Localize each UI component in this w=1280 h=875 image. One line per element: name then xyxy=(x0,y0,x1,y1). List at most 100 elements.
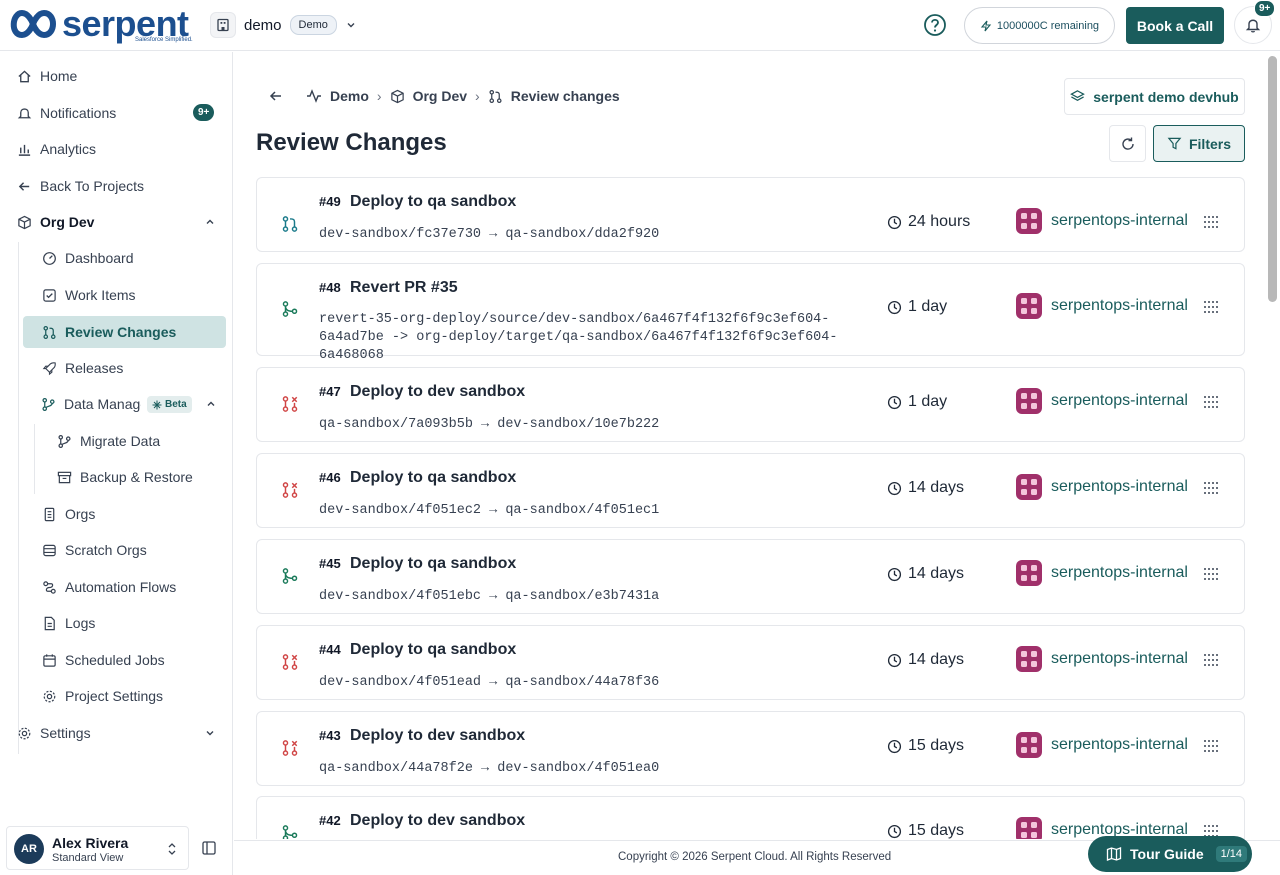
more-options-icon[interactable] xyxy=(1202,298,1220,316)
review-org[interactable]: serpentops-internal xyxy=(1016,560,1188,586)
review-org-name: serpentops-internal xyxy=(1051,297,1188,314)
more-options-icon[interactable] xyxy=(1202,565,1220,583)
sidebar-item-scratch-orgs[interactable]: Scratch Orgs xyxy=(41,534,147,566)
review-org[interactable]: serpentops-internal xyxy=(1016,293,1188,319)
sidebar-item-data-management[interactable]: Data Management xyxy=(41,388,141,420)
more-options-icon[interactable] xyxy=(1202,393,1220,411)
more-options-icon[interactable] xyxy=(1202,737,1220,755)
sidebar-item-project-settings[interactable]: Project Settings xyxy=(41,680,163,712)
beta-label: Beta xyxy=(165,399,187,410)
sidebar-item-home[interactable]: Home xyxy=(16,60,77,92)
sidebar-item-analytics[interactable]: Analytics xyxy=(16,133,96,165)
more-options-icon[interactable] xyxy=(1202,479,1220,497)
scrollbar[interactable] xyxy=(1268,56,1277,302)
more-options-icon[interactable] xyxy=(1202,213,1220,231)
sidebar-item-orgs[interactable]: Orgs xyxy=(41,498,95,530)
review-title[interactable]: Deploy to qa sandbox xyxy=(350,641,516,659)
review-title[interactable]: Deploy to dev sandbox xyxy=(350,383,525,401)
sidebar-item-label: Review Changes xyxy=(65,324,177,340)
user-menu[interactable]: AR Alex Rivera Standard View xyxy=(6,826,189,870)
org-logo-icon xyxy=(1016,817,1042,839)
sidebar-item-work-items[interactable]: Work Items xyxy=(41,279,136,311)
sidebar-item-back-to-projects[interactable]: Back To Projects xyxy=(16,170,144,202)
sidebar-item-logs[interactable]: Logs xyxy=(41,607,95,639)
sidebar-item-label: Settings xyxy=(40,725,91,741)
review-title[interactable]: Deploy to dev sandbox xyxy=(350,727,525,745)
back-arrow-icon[interactable] xyxy=(268,88,284,104)
sidebar-item-automation-flows[interactable]: Automation Flows xyxy=(41,571,176,603)
review-title[interactable]: Deploy to qa sandbox xyxy=(350,193,516,211)
review-org[interactable]: serpentops-internal xyxy=(1016,732,1188,758)
sidebar-item-scheduled-jobs[interactable]: Scheduled Jobs xyxy=(41,644,165,676)
filters-button[interactable]: Filters xyxy=(1153,125,1245,162)
sidebar-item-releases[interactable]: Releases xyxy=(41,352,123,384)
clock-icon xyxy=(887,481,902,495)
sidebar-item-org-dev[interactable]: Org Dev xyxy=(16,206,94,238)
credits-pill[interactable]: 1000000C remaining xyxy=(964,7,1115,44)
breadcrumb-org-dev[interactable]: Org Dev xyxy=(413,88,467,104)
review-title[interactable]: Deploy to qa sandbox xyxy=(350,469,516,487)
review-branches: dev-sandbox/4f051ebc → qa-sandbox/e3b743… xyxy=(319,589,660,604)
review-org[interactable]: serpentops-internal xyxy=(1016,646,1188,672)
serpent-logo[interactable]: serpent Salesforce Simplified. xyxy=(8,6,193,43)
review-title[interactable]: Deploy to qa sandbox xyxy=(350,555,516,573)
clock-icon xyxy=(887,215,902,229)
sidebar-item-settings[interactable]: Settings xyxy=(16,717,91,749)
review-age-label: 14 days xyxy=(908,565,965,582)
git-merge-icon xyxy=(281,567,299,585)
review-card[interactable]: #42 Deploy to dev sandbox 15 days serpen… xyxy=(256,796,1245,839)
review-card[interactable]: #43 Deploy to dev sandbox qa-sandbox/44a… xyxy=(256,711,1245,786)
breadcrumb-demo[interactable]: Demo xyxy=(330,88,369,104)
help-icon[interactable] xyxy=(922,12,948,38)
sidebar-item-label: Work Items xyxy=(65,287,136,303)
review-number: #48 xyxy=(319,280,341,295)
workspace-switcher[interactable]: demo Demo xyxy=(210,12,357,38)
review-age: 14 days xyxy=(887,479,964,497)
refresh-icon xyxy=(1121,137,1134,150)
devhub-button[interactable]: serpent demo devhub xyxy=(1064,78,1245,115)
review-card[interactable]: #45 Deploy to qa sandbox dev-sandbox/4f0… xyxy=(256,539,1245,614)
more-options-icon[interactable] xyxy=(1202,651,1220,669)
sidebar-item-review-changes[interactable]: Review Changes xyxy=(41,316,176,348)
review-card[interactable]: #44 Deploy to qa sandbox dev-sandbox/4f0… xyxy=(256,625,1245,700)
sparkle-icon xyxy=(152,400,162,409)
rocket-icon xyxy=(41,360,57,376)
sidebar-item-dashboard[interactable]: Dashboard xyxy=(41,242,134,274)
review-org[interactable]: serpentops-internal xyxy=(1016,208,1188,234)
refresh-button[interactable] xyxy=(1109,125,1146,162)
page-title: Review Changes xyxy=(256,129,447,156)
sidebar-item-migrate-data[interactable]: Migrate Data xyxy=(56,425,160,457)
review-org[interactable]: serpentops-internal xyxy=(1016,388,1188,414)
file-icon xyxy=(41,615,57,631)
sidebar-item-notifications[interactable]: Notifications xyxy=(16,97,116,129)
review-branches: revert-35-org-deploy/source/dev-sandbox/… xyxy=(319,312,838,363)
chevron-down-icon[interactable] xyxy=(204,727,216,739)
chevron-up-icon[interactable] xyxy=(205,398,217,410)
layers-icon xyxy=(1070,90,1086,101)
sidebar-item-label: Migrate Data xyxy=(80,433,161,449)
review-number: #43 xyxy=(319,728,341,743)
review-org-name: serpentops-internal xyxy=(1051,650,1188,667)
review-org[interactable]: serpentops-internal xyxy=(1016,474,1188,500)
sidebar-item-label: Automation Flows xyxy=(65,579,177,595)
tour-guide-button[interactable]: Tour Guide 1/14 xyxy=(1088,836,1252,872)
git-branch-icon xyxy=(41,396,56,412)
review-title[interactable]: Deploy to dev sandbox xyxy=(350,812,525,830)
review-card[interactable]: #46 Deploy to qa sandbox dev-sandbox/4f0… xyxy=(256,453,1245,528)
collapse-sidebar-icon[interactable] xyxy=(201,840,217,856)
review-branches: dev-sandbox/4f051ead → qa-sandbox/44a78f… xyxy=(319,675,660,690)
review-branches: qa-sandbox/44a78f2e → dev-sandbox/4f051e… xyxy=(319,761,660,776)
bell-icon xyxy=(16,105,32,121)
book-call-button[interactable]: Book a Call xyxy=(1126,7,1224,44)
review-number: #45 xyxy=(319,556,341,571)
workflow-icon xyxy=(41,579,57,595)
git-merge-icon xyxy=(281,824,299,839)
activity-icon xyxy=(307,89,321,103)
review-age: 15 days xyxy=(887,737,964,755)
review-card[interactable]: #48 Revert PR #35 revert-35-org-deploy/s… xyxy=(256,263,1245,363)
review-title[interactable]: Revert PR #35 xyxy=(350,279,458,297)
review-card[interactable]: #49 Deploy to qa sandbox dev-sandbox/fc3… xyxy=(256,177,1245,252)
chevron-up-icon[interactable] xyxy=(204,216,216,228)
sidebar-item-backup-restore[interactable]: Backup & Restore xyxy=(56,461,193,493)
review-card[interactable]: #47 Deploy to dev sandbox qa-sandbox/7a0… xyxy=(256,367,1245,442)
